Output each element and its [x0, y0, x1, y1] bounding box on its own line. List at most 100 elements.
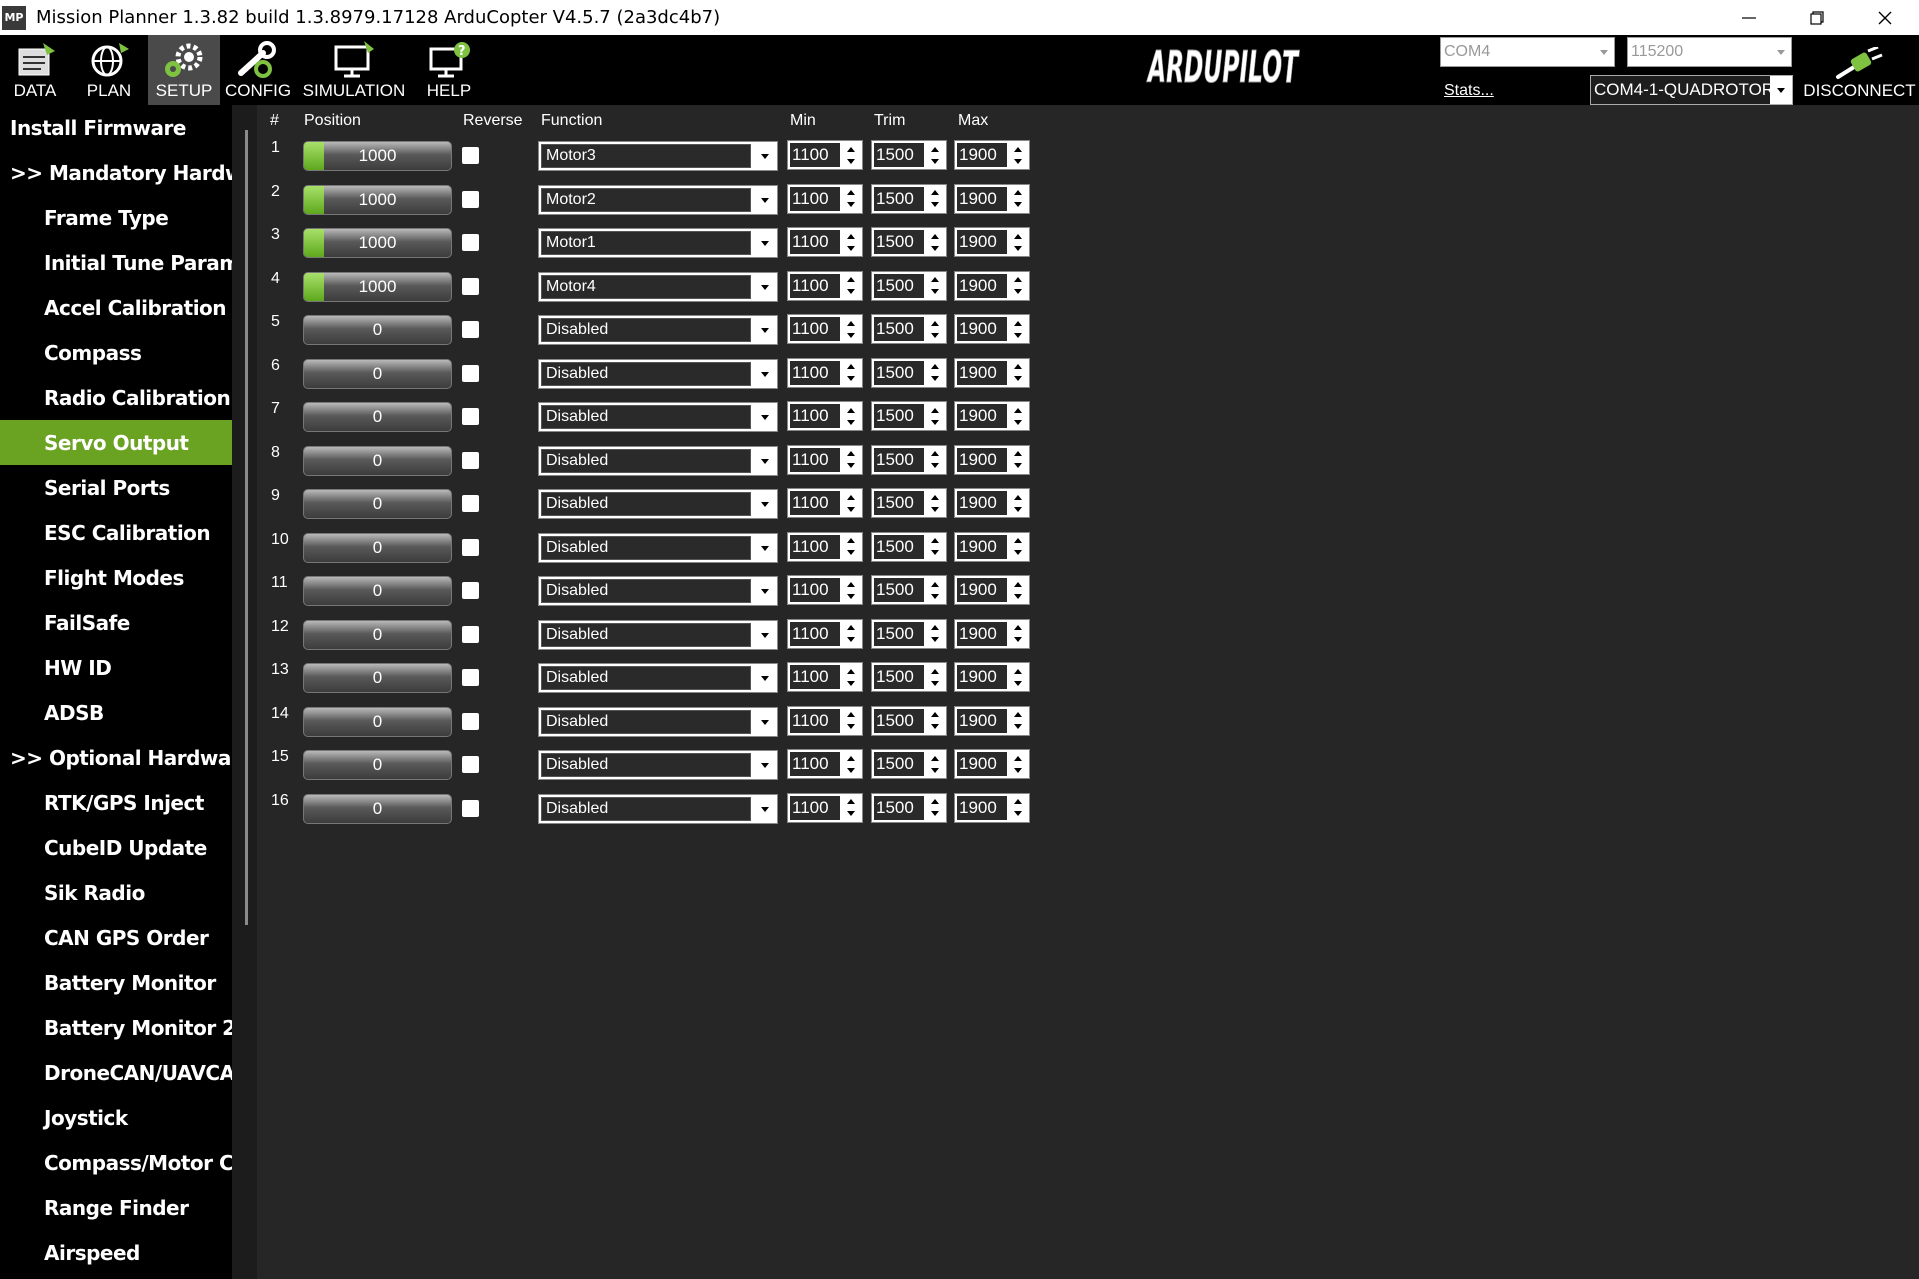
max-stepper[interactable]: 1900 — [954, 314, 1030, 344]
stepper-arrows-icon[interactable] — [1009, 709, 1027, 733]
stepper-arrows-icon[interactable] — [926, 491, 944, 515]
maximize-button[interactable] — [1783, 0, 1851, 35]
stepper-arrows-icon[interactable] — [842, 709, 860, 733]
max-stepper[interactable]: 1900 — [954, 792, 1030, 823]
stepper-arrows-icon[interactable] — [1009, 187, 1027, 211]
stepper-arrows-icon[interactable] — [842, 491, 860, 515]
sidebar-item[interactable]: Compass/Motor Calib — [0, 1140, 232, 1185]
stepper-arrows-icon[interactable] — [926, 448, 944, 472]
sidebar-item[interactable]: ADSB — [0, 690, 232, 735]
max-stepper[interactable]: 1900 — [954, 662, 1030, 692]
max-stepper[interactable]: 1900 — [954, 749, 1030, 779]
function-select[interactable]: Disabled — [538, 445, 778, 476]
reverse-checkbox[interactable] — [462, 625, 479, 643]
function-select[interactable]: Motor1 — [538, 228, 778, 258]
reverse-checkbox[interactable] — [462, 538, 479, 556]
stepper-arrows-icon[interactable] — [842, 622, 860, 646]
toolbar-simulation-button[interactable]: SIMULATION — [300, 35, 408, 105]
trim-stepper[interactable]: 1500 — [871, 444, 947, 475]
max-stepper[interactable]: 1900 — [954, 488, 1030, 518]
stepper-arrows-icon[interactable] — [1009, 448, 1027, 472]
trim-stepper[interactable]: 1500 — [871, 314, 947, 344]
trim-stepper[interactable]: 1500 — [871, 662, 947, 692]
stepper-arrows-icon[interactable] — [842, 361, 860, 385]
max-stepper[interactable]: 1900 — [954, 183, 1030, 214]
max-stepper[interactable]: 1900 — [954, 357, 1030, 388]
sidebar-item[interactable]: Frame Type — [0, 195, 232, 240]
min-stepper[interactable]: 1100 — [787, 444, 863, 475]
reverse-checkbox[interactable] — [462, 451, 479, 469]
stepper-arrows-icon[interactable] — [842, 752, 860, 776]
trim-stepper[interactable]: 1500 — [871, 227, 947, 257]
stepper-arrows-icon[interactable] — [842, 448, 860, 472]
sidebar-item[interactable]: ESC Calibration — [0, 510, 232, 555]
sidebar-item[interactable]: Accel Calibration — [0, 285, 232, 330]
stepper-arrows-icon[interactable] — [926, 317, 944, 341]
trim-stepper[interactable]: 1500 — [871, 357, 947, 388]
trim-stepper[interactable]: 1500 — [871, 705, 947, 736]
sidebar-item[interactable]: Sik Radio — [0, 870, 232, 915]
stepper-arrows-icon[interactable] — [1009, 665, 1027, 689]
sidebar-item[interactable]: Airspeed — [0, 1230, 232, 1275]
sidebar-item[interactable]: HW ID — [0, 645, 232, 690]
max-stepper[interactable]: 1900 — [954, 270, 1030, 301]
sidebar-item[interactable]: CAN GPS Order — [0, 915, 232, 960]
toolbar-config-button[interactable]: CONFIG — [222, 35, 294, 105]
trim-stepper[interactable]: 1500 — [871, 488, 947, 518]
function-select[interactable]: Disabled — [538, 706, 778, 737]
trim-stepper[interactable]: 1500 — [871, 792, 947, 823]
port-select[interactable]: COM4 — [1440, 37, 1615, 67]
trim-stepper[interactable]: 1500 — [871, 749, 947, 779]
stepper-arrows-icon[interactable] — [842, 317, 860, 341]
stepper-arrows-icon[interactable] — [842, 665, 860, 689]
toolbar-setup-button[interactable]: SETUP — [148, 35, 220, 105]
stats-link[interactable]: Stats... — [1444, 82, 1494, 100]
reverse-checkbox[interactable] — [462, 234, 479, 251]
sidebar-item[interactable]: Battery Monitor 2 — [0, 1005, 232, 1050]
trim-stepper[interactable]: 1500 — [871, 183, 947, 214]
min-stepper[interactable]: 1100 — [787, 705, 863, 736]
sidebar-item[interactable]: >> Mandatory Hardware — [0, 150, 232, 195]
stepper-arrows-icon[interactable] — [926, 665, 944, 689]
stepper-arrows-icon[interactable] — [842, 143, 860, 167]
stepper-arrows-icon[interactable] — [1009, 578, 1027, 602]
min-stepper[interactable]: 1100 — [787, 488, 863, 518]
stepper-arrows-icon[interactable] — [1009, 752, 1027, 776]
sidebar-item[interactable]: CubeID Update — [0, 825, 232, 870]
sidebar-item[interactable]: Initial Tune Parameters — [0, 240, 232, 285]
stepper-arrows-icon[interactable] — [842, 578, 860, 602]
stepper-arrows-icon[interactable] — [1009, 535, 1027, 559]
reverse-checkbox[interactable] — [462, 321, 479, 338]
reverse-checkbox[interactable] — [462, 147, 479, 164]
sidebar-item[interactable]: DroneCAN/UAVCAN — [0, 1050, 232, 1095]
sidebar-item[interactable]: Compass — [0, 330, 232, 375]
trim-stepper[interactable]: 1500 — [871, 531, 947, 562]
reverse-checkbox[interactable] — [462, 799, 479, 817]
stepper-arrows-icon[interactable] — [1009, 361, 1027, 385]
sidebar-item[interactable]: Servo Output — [0, 420, 232, 465]
trim-stepper[interactable]: 1500 — [871, 575, 947, 605]
min-stepper[interactable]: 1100 — [787, 227, 863, 257]
function-select[interactable]: Motor3 — [538, 141, 778, 171]
max-stepper[interactable]: 1900 — [954, 531, 1030, 562]
trim-stepper[interactable]: 1500 — [871, 270, 947, 301]
trim-stepper[interactable]: 1500 — [871, 140, 947, 170]
min-stepper[interactable]: 1100 — [787, 401, 863, 431]
trim-stepper[interactable]: 1500 — [871, 618, 947, 649]
close-button[interactable] — [1851, 0, 1919, 35]
reverse-checkbox[interactable] — [462, 669, 479, 686]
reverse-checkbox[interactable] — [462, 408, 479, 425]
stepper-arrows-icon[interactable] — [842, 274, 860, 298]
reverse-checkbox[interactable] — [462, 582, 479, 599]
stepper-arrows-icon[interactable] — [842, 187, 860, 211]
reverse-checkbox[interactable] — [462, 756, 479, 773]
max-stepper[interactable]: 1900 — [954, 140, 1030, 170]
stepper-arrows-icon[interactable] — [842, 535, 860, 559]
vehicle-select[interactable]: COM4-1-QUADROTOR — [1590, 75, 1793, 105]
min-stepper[interactable]: 1100 — [787, 792, 863, 823]
sidebar-item[interactable]: Flight Modes — [0, 555, 232, 600]
minimize-button[interactable] — [1715, 0, 1783, 35]
reverse-checkbox[interactable] — [462, 364, 479, 382]
function-select[interactable]: Disabled — [538, 793, 778, 824]
stepper-arrows-icon[interactable] — [926, 535, 944, 559]
